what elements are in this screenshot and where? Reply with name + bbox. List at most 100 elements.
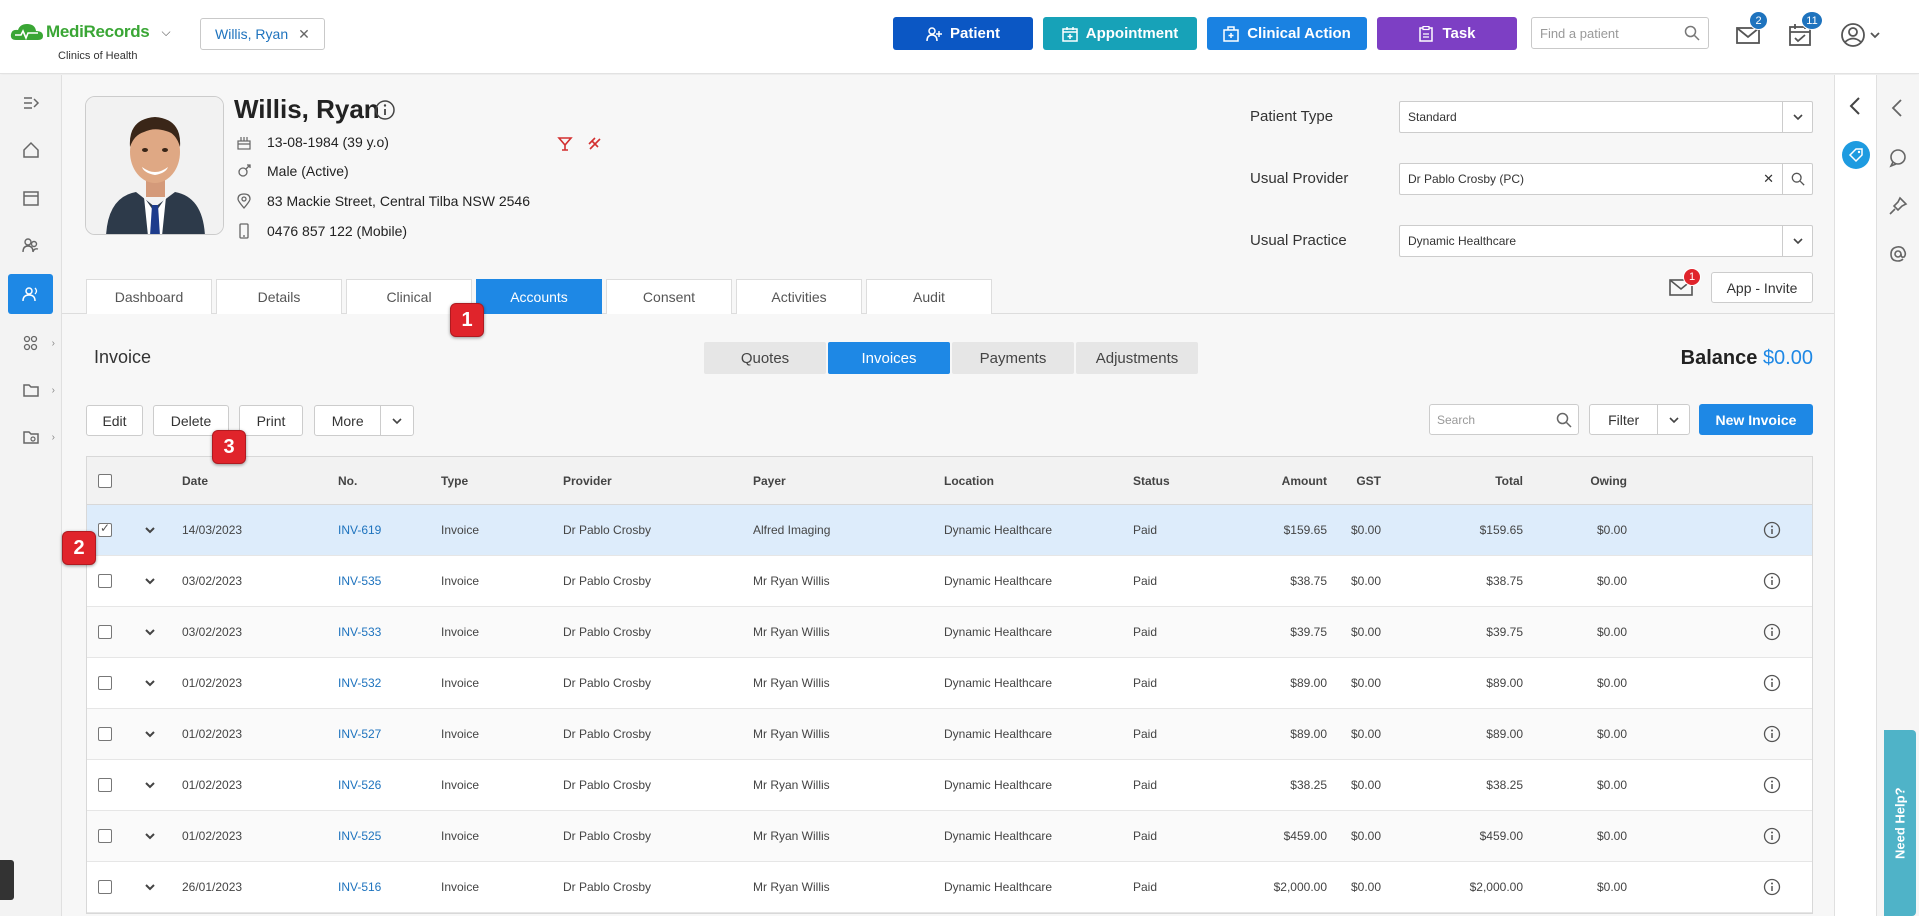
chat-icon[interactable] <box>1887 147 1909 169</box>
patient-type-select[interactable]: Standard <box>1399 101 1813 133</box>
search-icon[interactable] <box>1782 164 1812 194</box>
sidebar-expand[interactable] <box>8 83 53 123</box>
usual-practice-select[interactable]: Dynamic Healthcare <box>1399 225 1813 257</box>
col-type[interactable]: Type <box>441 474 468 488</box>
col-no[interactable]: No. <box>338 474 357 488</box>
table-row[interactable]: 01/02/2023 INV-525 Invoice Dr Pablo Crosby M… <box>87 811 1812 862</box>
subtab-invoices[interactable]: Invoices <box>828 342 950 374</box>
cell-invoice-no[interactable]: INV-516 <box>338 880 381 894</box>
chevron-left-icon[interactable] <box>1887 97 1909 119</box>
col-payer[interactable]: Payer <box>753 474 786 488</box>
col-location[interactable]: Location <box>944 474 994 488</box>
col-date[interactable]: Date <box>182 474 208 488</box>
select-all-checkbox[interactable] <box>98 473 112 488</box>
row-info-icon[interactable] <box>1763 878 1781 896</box>
sidebar-item-groups[interactable]: › <box>8 323 55 363</box>
search-icon[interactable] <box>1556 412 1572 428</box>
table-row[interactable]: 01/02/2023 INV-527 Invoice Dr Pablo Crosby M… <box>87 709 1812 760</box>
table-row[interactable]: 03/02/2023 INV-535 Invoice Dr Pablo Crosby M… <box>87 556 1812 607</box>
tab-dashboard[interactable]: Dashboard <box>86 279 212 314</box>
row-checkbox[interactable] <box>98 727 112 741</box>
cell-invoice-no[interactable]: INV-525 <box>338 829 381 843</box>
row-checkbox[interactable] <box>98 625 112 639</box>
subtab-payments[interactable]: Payments <box>952 342 1074 374</box>
tab-accounts[interactable]: Accounts <box>476 279 602 314</box>
row-checkbox[interactable] <box>98 574 112 588</box>
expand-row-chevron-icon[interactable] <box>144 575 156 587</box>
tab-consent[interactable]: Consent <box>606 279 732 314</box>
open-patient-chip[interactable]: Willis, Ryan ✕ <box>200 18 325 50</box>
col-gst[interactable]: GST <box>1327 474 1381 488</box>
row-info-icon[interactable] <box>1763 572 1781 590</box>
row-checkbox[interactable] <box>98 676 112 690</box>
expand-row-chevron-icon[interactable] <box>144 830 156 842</box>
side-toggle-tab[interactable] <box>0 860 14 900</box>
row-info-icon[interactable] <box>1763 725 1781 743</box>
chevron-down-icon[interactable] <box>1657 405 1689 434</box>
expand-row-chevron-icon[interactable] <box>144 728 156 740</box>
row-checkbox[interactable] <box>98 521 112 537</box>
app-invite-button[interactable]: App - Invite <box>1711 272 1813 303</box>
chevron-down-icon[interactable] <box>380 406 413 435</box>
sidebar-item-calendar[interactable] <box>8 178 53 218</box>
new-task-button[interactable]: Task <box>1377 17 1517 50</box>
expand-row-chevron-icon[interactable] <box>144 881 156 893</box>
sidebar-item-patients[interactable] <box>8 274 53 314</box>
smoking-alert-icon[interactable] <box>587 136 603 152</box>
find-patient-input[interactable]: Find a patient <box>1531 17 1709 49</box>
new-clinical-action-button[interactable]: Clinical Action <box>1207 17 1367 50</box>
edit-button[interactable]: Edit <box>86 405 143 436</box>
cell-invoice-no[interactable]: INV-527 <box>338 727 381 741</box>
row-info-icon[interactable] <box>1763 827 1781 845</box>
at-sign-icon[interactable] <box>1887 243 1909 265</box>
subtab-adjustments[interactable]: Adjustments <box>1076 342 1198 374</box>
tab-audit[interactable]: Audit <box>866 279 992 314</box>
print-button[interactable]: Print <box>239 405 303 436</box>
more-button[interactable]: More <box>314 405 414 436</box>
sidebar-item-people[interactable] <box>8 225 53 265</box>
brand-dropdown-icon[interactable]: ⌵ <box>161 25 170 40</box>
chevron-left-icon[interactable] <box>1845 95 1867 117</box>
usual-provider-field[interactable]: Dr Pablo Crosby (PC) ✕ <box>1399 163 1813 195</box>
new-patient-button[interactable]: Patient <box>893 17 1033 50</box>
cell-invoice-no[interactable]: INV-619 <box>338 523 381 537</box>
expand-row-chevron-icon[interactable] <box>144 677 156 689</box>
chevron-down-icon[interactable] <box>1782 226 1812 256</box>
expand-row-chevron-icon[interactable] <box>144 524 156 536</box>
tab-details[interactable]: Details <box>216 279 342 314</box>
filter-button[interactable]: Filter <box>1589 404 1690 435</box>
cell-invoice-no[interactable]: INV-532 <box>338 676 381 690</box>
info-icon[interactable] <box>374 99 396 121</box>
row-checkbox[interactable] <box>98 778 112 792</box>
cell-invoice-no[interactable]: INV-526 <box>338 778 381 792</box>
app-logo[interactable]: MediRecords ⌵ <box>10 22 171 42</box>
chevron-down-icon[interactable] <box>1782 102 1812 132</box>
table-row[interactable]: 26/01/2023 INV-516 Invoice Dr Pablo Crosby M… <box>87 862 1812 913</box>
table-row[interactable]: 03/02/2023 INV-533 Invoice Dr Pablo Crosby M… <box>87 607 1812 658</box>
table-row[interactable]: 01/02/2023 INV-526 Invoice Dr Pablo Crosby M… <box>87 760 1812 811</box>
user-menu[interactable] <box>1840 22 1882 48</box>
pin-icon[interactable] <box>1887 195 1909 217</box>
cell-invoice-no[interactable]: INV-533 <box>338 625 381 639</box>
alcohol-alert-icon[interactable] <box>557 136 573 152</box>
new-invoice-button[interactable]: New Invoice <box>1699 404 1813 435</box>
row-checkbox[interactable] <box>98 880 112 894</box>
clear-icon[interactable]: ✕ <box>1763 171 1774 187</box>
row-info-icon[interactable] <box>1763 776 1781 794</box>
new-appointment-button[interactable]: Appointment <box>1043 17 1197 50</box>
sidebar-item-folder[interactable]: › <box>8 370 55 410</box>
col-status[interactable]: Status <box>1133 474 1170 488</box>
row-checkbox[interactable] <box>98 829 112 843</box>
invoice-search-input[interactable]: Search <box>1429 404 1579 435</box>
row-info-icon[interactable] <box>1763 623 1781 641</box>
app-mail-button[interactable]: 1 <box>1669 268 1701 296</box>
sidebar-item-folder-settings[interactable]: › <box>8 417 55 457</box>
close-icon[interactable]: ✕ <box>298 26 310 43</box>
expand-row-chevron-icon[interactable] <box>144 626 156 638</box>
subtab-quotes[interactable]: Quotes <box>704 342 826 374</box>
messages-button[interactable]: 2 <box>1735 11 1768 48</box>
table-row[interactable]: 14/03/2023 INV-619 Invoice Dr Pablo Crosby A… <box>87 505 1812 556</box>
col-owing[interactable]: Owing <box>1567 474 1627 488</box>
tab-activities[interactable]: Activities <box>736 279 862 314</box>
need-help-button[interactable]: Need Help? <box>1884 730 1916 916</box>
